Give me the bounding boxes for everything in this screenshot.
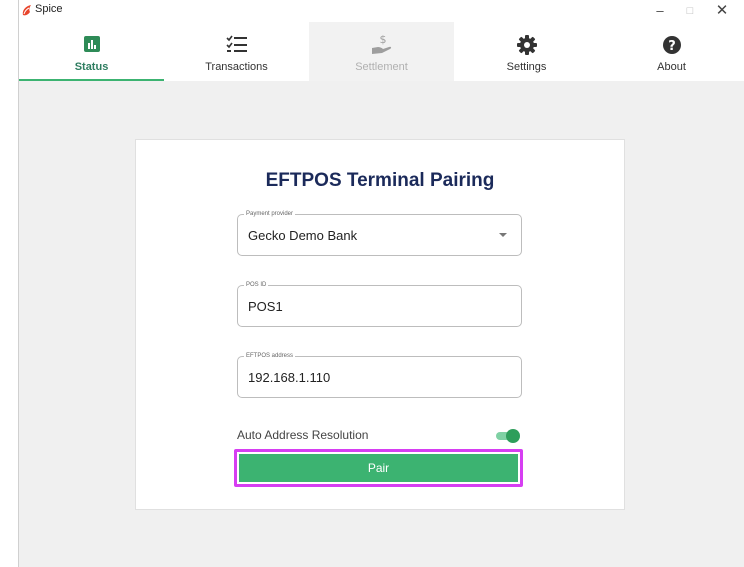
tab-label: About — [657, 61, 686, 73]
auto-address-resolution-toggle[interactable] — [496, 429, 520, 443]
payment-provider-select[interactable]: Payment provider Gecko Demo Bank — [237, 210, 522, 256]
field-value: 192.168.1.110 — [248, 370, 331, 385]
eftpos-address-field[interactable]: EFTPOS address 192.168.1.110 — [237, 352, 522, 398]
close-button[interactable]: ✕ — [707, 1, 737, 21]
tab-label: Transactions — [205, 61, 268, 73]
tab-settings[interactable]: Settings — [454, 22, 599, 81]
app-window: Spice – □ ✕ Status Transactions $ Settle… — [18, 0, 744, 567]
tab-settlement[interactable]: $ Settlement — [309, 22, 454, 81]
tab-label: Settlement — [355, 61, 408, 73]
window-title: Spice — [35, 3, 63, 15]
tab-label: Settings — [506, 61, 547, 73]
chevron-down-icon[interactable] — [499, 233, 507, 237]
tab-bar: Status Transactions $ Settlement Setting… — [19, 22, 744, 81]
pairing-card: EFTPOS Terminal Pairing Payment provider… — [135, 139, 625, 510]
svg-text:$: $ — [379, 33, 386, 46]
minimize-button[interactable]: – — [645, 1, 675, 21]
field-value: Gecko Demo Bank — [248, 228, 358, 243]
field-label: Payment provider — [244, 210, 296, 218]
tab-transactions[interactable]: Transactions — [164, 22, 309, 81]
gear-icon — [516, 35, 537, 55]
checklist-icon — [225, 35, 247, 52]
field-label: EFTPOS address — [244, 352, 296, 360]
pos-id-field[interactable]: POS ID POS1 — [237, 281, 522, 327]
toggle-knob — [506, 429, 520, 443]
tab-label: Status — [74, 61, 109, 73]
svg-text:?: ? — [668, 39, 676, 54]
bar-chart-icon — [83, 36, 100, 52]
tab-about[interactable]: ? About — [599, 22, 744, 81]
maximize-button[interactable]: □ — [675, 1, 705, 21]
tab-status[interactable]: Status — [19, 22, 164, 81]
pair-button-highlight: Pair — [234, 449, 523, 487]
help-circle-icon: ? — [662, 36, 681, 54]
title-bar: Spice – □ ✕ — [19, 0, 744, 22]
hand-dollar-icon: $ — [371, 33, 391, 54]
auto-address-resolution-label: Auto Address Resolution — [237, 428, 369, 442]
spice-logo-icon — [22, 5, 31, 16]
field-label: POS ID — [244, 281, 269, 289]
pair-button[interactable]: Pair — [239, 454, 518, 482]
page-title: EFTPOS Terminal Pairing — [265, 170, 495, 191]
field-value: POS1 — [248, 299, 283, 314]
